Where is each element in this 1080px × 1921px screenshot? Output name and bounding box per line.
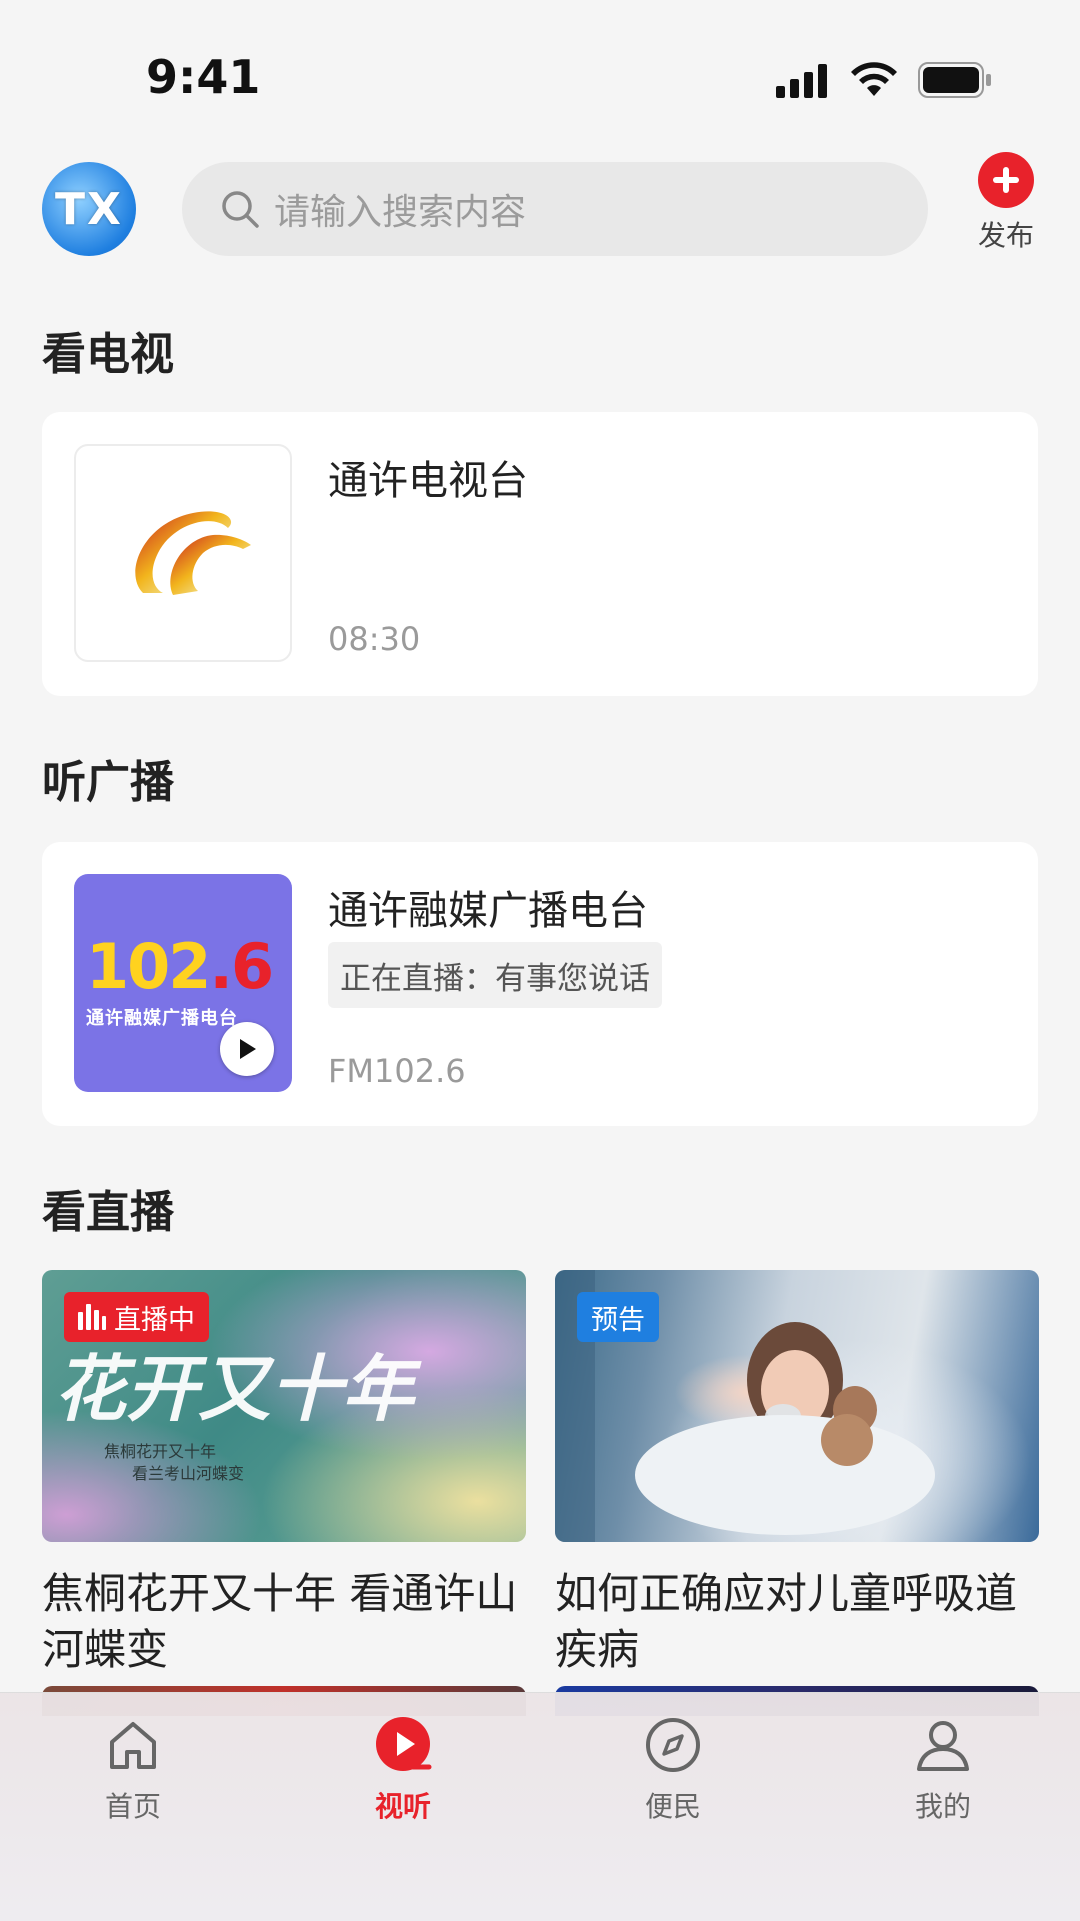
radio-station-card[interactable]: 102.6 通许融媒广播电台 通许融媒广播电台 正在直播：有事您说话 FM102… [42,842,1038,1126]
live-badge: 直播中 [64,1292,209,1342]
avatar-text: TX [55,183,123,235]
play-icon [376,1717,432,1771]
radio-station-name: 通许融媒广播电台 [328,888,648,934]
radio-station-logo: 102.6 通许融媒广播电台 [74,874,292,1092]
tab-bar: 首页 视听 便民 我的 [0,1692,1080,1921]
compass-icon [646,1718,700,1772]
live-bars-icon [78,1304,106,1330]
tv-station-logo [74,444,292,662]
tab-label: 首页 [104,1790,161,1823]
plus-icon [978,152,1034,208]
cellular-signal-icon [776,64,827,98]
preview-card[interactable]: 预告 如何正确应对儿童呼吸道疾病 [555,1270,1039,1678]
preview-badge: 预告 [577,1292,659,1342]
wifi-icon [851,62,897,96]
tv-logo-icon [135,511,251,595]
publish-label: 发布 [977,219,1034,252]
search-bar[interactable]: 请输入搜索内容 [182,162,928,256]
thumbnail-caption-1: 焦桐花开又十年 [104,1442,217,1461]
thumbnail-calligraphy: 花开又十年 [54,1346,415,1431]
fm-logo-number: 102.6 [86,930,274,1003]
preview-thumbnail: 预告 [555,1270,1039,1542]
radio-play-button[interactable] [220,1022,274,1076]
tab-services[interactable]: 便民 [613,1715,733,1825]
search-icon [222,191,259,228]
status-time: 9:41 [146,50,261,104]
fm-logo-caption: 通许融媒广播电台 [86,1008,238,1029]
tab-profile[interactable]: 我的 [883,1715,1003,1825]
tv-channel-card[interactable]: 通许电视台 08:30 [42,412,1038,696]
section-title-live: 看直播 [42,1187,174,1238]
tab-label: 视听 [374,1790,431,1823]
battery-icon [918,62,991,98]
preview-title: 如何正确应对儿童呼吸道疾病 [555,1569,1018,1674]
publish-button[interactable]: 发布 [966,152,1046,254]
live-title: 焦桐花开又十年 看通许山河蝶变 [42,1569,518,1674]
search-placeholder: 请输入搜索内容 [274,192,527,233]
tv-channel-time: 08:30 [328,620,421,658]
tab-audio-video[interactable]: 视听 [343,1715,463,1825]
tab-label: 便民 [644,1790,701,1823]
tab-label: 我的 [914,1790,971,1823]
live-card[interactable]: 花开又十年 焦桐花开又十年 看兰考山河蝶变 直播中 焦桐花开又十年 看通许山河蝶… [42,1270,526,1678]
tab-home[interactable]: 首页 [73,1715,193,1825]
tv-channel-name: 通许电视台 [328,458,528,504]
live-thumbnail: 花开又十年 焦桐花开又十年 看兰考山河蝶变 直播中 [42,1270,526,1542]
section-title-radio: 听广播 [42,757,174,808]
home-icon [110,1722,156,1769]
avatar[interactable]: TX [42,162,136,256]
play-icon [240,1039,256,1059]
live-badge-label: 直播中 [114,1304,195,1336]
user-icon [917,1721,969,1771]
section-title-tv: 看电视 [42,329,174,380]
thumbnail-caption-2: 看兰考山河蝶变 [132,1464,245,1483]
now-playing-tag: 正在直播：有事您说话 [328,942,662,1008]
radio-frequency: FM102.6 [328,1052,466,1090]
status-bar: 9:41 [0,0,1080,150]
